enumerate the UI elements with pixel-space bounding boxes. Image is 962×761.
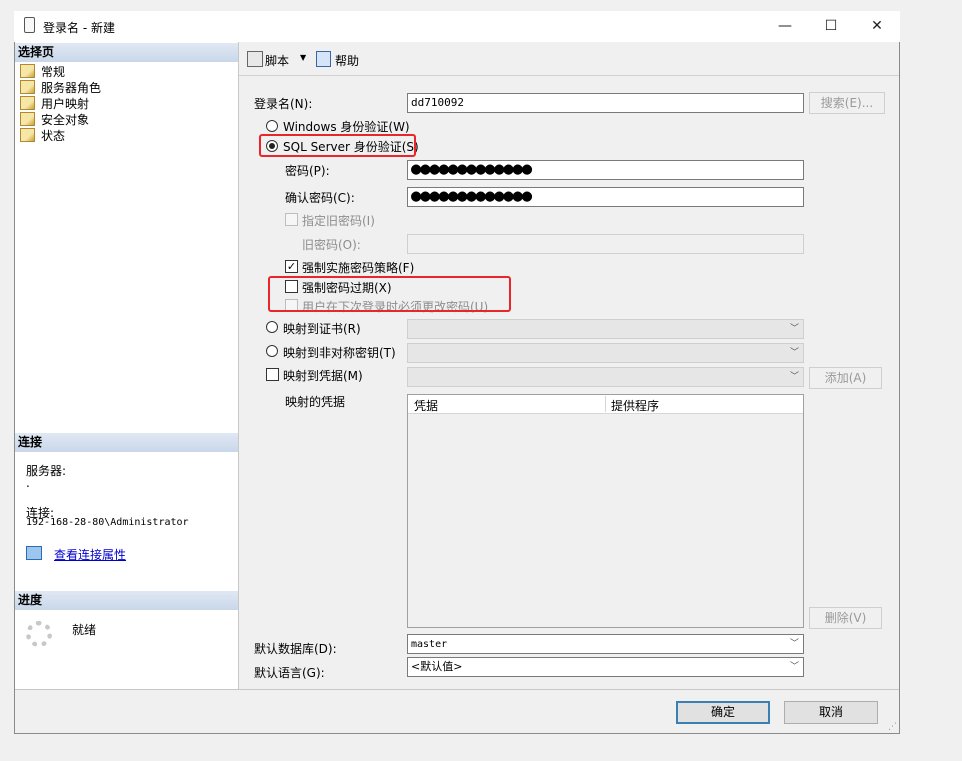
cancel-button[interactable]: 取消: [784, 701, 878, 724]
login-name-label: 登录名(N):: [254, 97, 313, 111]
certificate-select[interactable]: ﹀: [407, 319, 804, 339]
map-certificate-label: 映射到证书(R): [283, 322, 361, 336]
close-button[interactable]: ✕: [854, 13, 900, 39]
windows-auth-radio[interactable]: [266, 120, 278, 132]
maximize-button[interactable]: ☐: [808, 13, 854, 39]
page-item-status[interactable]: 状态: [20, 128, 65, 144]
add-credential-button[interactable]: 添加(A): [809, 367, 882, 389]
default-language-select[interactable]: <默认值> ﹀: [407, 657, 804, 677]
confirm-password-input[interactable]: ●●●●●●●●●●●●●: [407, 187, 804, 207]
page-icon: [20, 128, 35, 142]
enforce-policy-label: 强制实施密码策略(F): [302, 261, 415, 275]
default-database-select[interactable]: master ﹀: [407, 634, 804, 654]
grid-column-divider: [605, 396, 606, 412]
specify-old-password-checkbox[interactable]: [285, 213, 298, 226]
resize-grip-icon[interactable]: ⋰: [888, 722, 897, 732]
page-icon: [20, 112, 35, 126]
chevron-down-icon: ﹀: [789, 324, 799, 334]
view-connection-properties-link[interactable]: 查看连接属性: [54, 546, 126, 563]
footer-divider: [15, 689, 899, 690]
default-language-label: 默认语言(G):: [254, 666, 325, 680]
old-password-label: 旧密码(O):: [302, 238, 361, 252]
page-icon: [20, 96, 35, 110]
highlight-box-sql-auth: [259, 134, 416, 157]
page-item-user-mapping[interactable]: 用户映射: [20, 96, 89, 112]
window-title: 登录名 - 新建: [43, 21, 115, 35]
select-page-header: 选择页: [15, 43, 238, 62]
ok-button[interactable]: 确定: [676, 701, 770, 724]
password-input[interactable]: ●●●●●●●●●●●●●: [407, 160, 804, 180]
chevron-down-icon: ﹀: [789, 639, 799, 649]
progress-status: 就绪: [72, 623, 97, 637]
chevron-down-icon: ﹀: [789, 662, 799, 672]
highlight-box-expiration: [268, 276, 511, 312]
specify-old-password-label: 指定旧密码(I): [302, 214, 375, 228]
app-icon: [24, 17, 35, 33]
help-icon: [316, 51, 331, 67]
login-name-input[interactable]: dd710092: [407, 93, 804, 113]
page-icon: [20, 80, 35, 94]
connection-value: 192-168-28-80\Administrator: [26, 517, 189, 528]
default-database-label: 默认数据库(D):: [254, 642, 337, 656]
mapped-credentials-grid[interactable]: [407, 394, 804, 628]
map-credential-checkbox[interactable]: [266, 368, 279, 381]
connection-header: 连接: [15, 433, 238, 452]
confirm-password-label: 确认密码(C):: [285, 191, 355, 205]
page-item-securables[interactable]: 安全对象: [20, 112, 89, 128]
credential-select[interactable]: ﹀: [407, 367, 804, 387]
server-value: .: [26, 476, 30, 490]
help-button[interactable]: 帮助: [335, 52, 359, 69]
asymmetric-key-select[interactable]: ﹀: [407, 343, 804, 363]
map-credential-label: 映射到凭据(M): [283, 369, 363, 383]
search-button[interactable]: 搜索(E)...: [809, 92, 885, 114]
grid-column-provider[interactable]: 提供程序: [611, 397, 659, 414]
page-icon: [20, 64, 35, 78]
connection-properties-icon: [26, 546, 42, 560]
server-label: 服务器:: [26, 464, 67, 478]
script-dropdown-icon[interactable]: ▼: [300, 53, 306, 62]
page-item-server-roles[interactable]: 服务器角色: [20, 80, 101, 96]
progress-header: 进度: [15, 591, 238, 610]
enforce-policy-checkbox[interactable]: ✓: [285, 260, 298, 273]
grid-column-credential[interactable]: 凭据: [414, 397, 438, 414]
map-asymmetric-key-label: 映射到非对称密钥(T): [283, 346, 396, 360]
script-icon: [247, 51, 263, 67]
old-password-input[interactable]: [407, 234, 804, 254]
password-label: 密码(P):: [285, 164, 330, 178]
minimize-button[interactable]: —: [762, 13, 808, 39]
map-certificate-radio[interactable]: [266, 321, 278, 333]
windows-auth-label: Windows 身份验证(W): [283, 120, 410, 134]
script-button[interactable]: 脚本: [265, 52, 289, 69]
mapped-credentials-label: 映射的凭据: [285, 395, 346, 409]
chevron-down-icon: ﹀: [789, 348, 799, 358]
chevron-down-icon: ﹀: [789, 372, 799, 382]
remove-credential-button[interactable]: 删除(V): [809, 607, 882, 629]
map-asymmetric-key-radio[interactable]: [266, 345, 278, 357]
progress-spinner-icon: [26, 621, 52, 647]
page-item-general[interactable]: 常规: [20, 64, 65, 80]
